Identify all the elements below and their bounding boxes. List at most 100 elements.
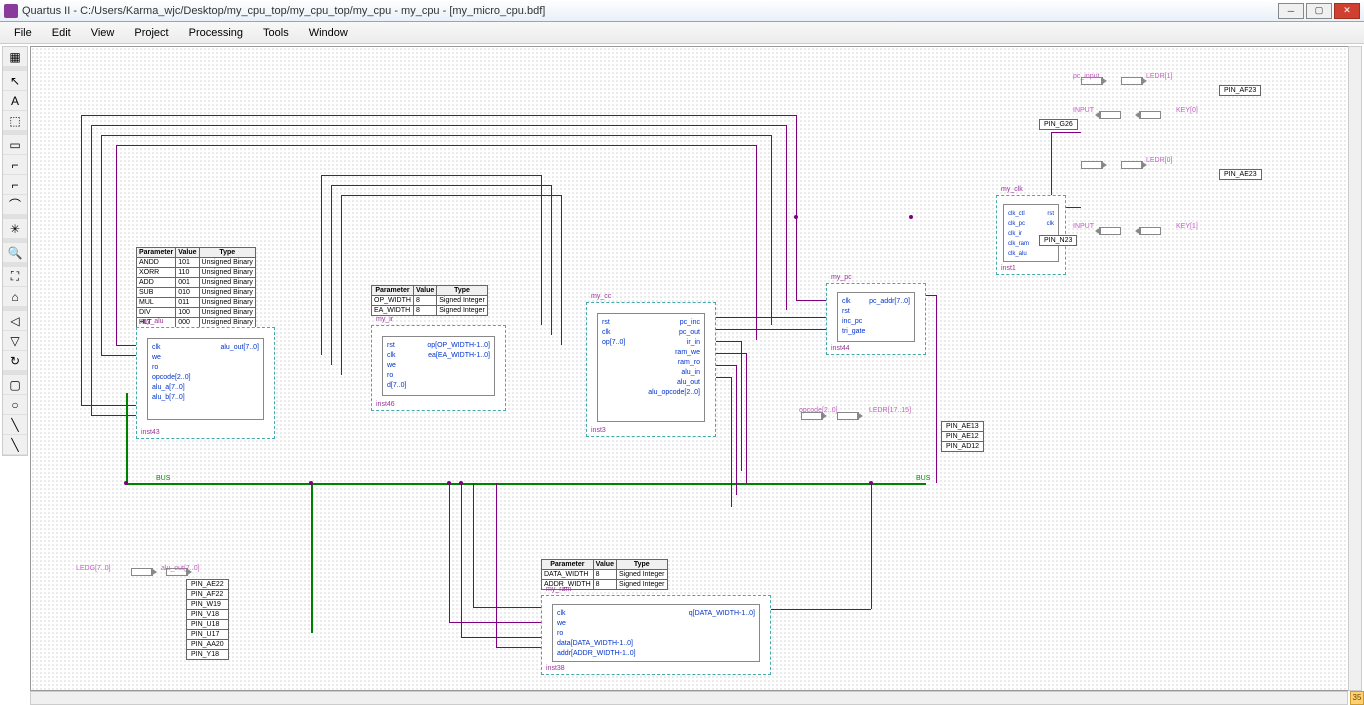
ledr-label: LEDR[17..15] xyxy=(869,407,911,414)
node xyxy=(459,481,463,485)
node xyxy=(124,481,128,485)
side-toolbar: ▦ ↖ A ⬚ ▭ ⌐ ⌐ ⌒ ✳ 🔍 ⛶ ⌂ ◁ ▽ ↻ ▢ ○ ╲ ╲ xyxy=(2,46,28,456)
wire xyxy=(496,483,497,647)
wire xyxy=(716,377,731,378)
horizontal-scrollbar[interactable] xyxy=(30,691,1348,705)
menu-project[interactable]: Project xyxy=(124,27,178,39)
bus-wire xyxy=(126,393,128,483)
diag-line-tool[interactable]: ⌐ xyxy=(3,175,27,195)
wire xyxy=(551,185,552,335)
wire xyxy=(461,483,462,638)
ledr0-label: LEDR[0] xyxy=(1146,157,1172,164)
menu-window[interactable]: Window xyxy=(299,27,358,39)
wire xyxy=(561,195,562,345)
corner-indicator: 35 xyxy=(1350,691,1364,705)
wire xyxy=(1066,207,1081,208)
text-tool[interactable]: A xyxy=(3,91,27,111)
pointer-tool[interactable]: ↖ xyxy=(3,71,27,91)
menu-tools[interactable]: Tools xyxy=(253,27,299,39)
zoom-target-icon[interactable]: ✳ xyxy=(3,219,27,239)
fit-tool[interactable]: ⛶ xyxy=(3,267,27,287)
home-tool[interactable]: ⌂ xyxy=(3,287,27,307)
line-tool[interactable]: ╲ xyxy=(3,415,27,435)
circle-tool[interactable]: ○ xyxy=(3,395,27,415)
arc-tool[interactable]: ⌒ xyxy=(3,195,27,215)
grid: ParameterValueType ANDD101Unsigned Binar… xyxy=(31,47,1361,690)
menu-processing[interactable]: Processing xyxy=(179,27,253,39)
wire xyxy=(731,377,732,507)
ram-block[interactable]: my_ram clk we ro data[DATA_WIDTH-1..0] a… xyxy=(541,595,771,675)
node xyxy=(909,215,913,219)
wire xyxy=(716,353,746,354)
aluout-label: alu_out[7..0] xyxy=(161,565,200,572)
wire xyxy=(473,607,541,608)
tool-icon-button[interactable]: ▦ xyxy=(3,47,27,67)
wire xyxy=(716,365,736,366)
node xyxy=(309,481,313,485)
close-button[interactable]: ✕ xyxy=(1334,3,1360,19)
alu-block[interactable]: my_alu clk we ro opcode[2..0] alu_a[7..0… xyxy=(136,327,275,439)
symbol-tool[interactable]: ⬚ xyxy=(3,111,27,131)
wire xyxy=(81,115,796,116)
app-icon xyxy=(4,4,18,18)
wire xyxy=(449,483,450,623)
schematic-canvas[interactable]: ParameterValueType ANDD101Unsigned Binar… xyxy=(31,47,1361,690)
minimize-button[interactable]: ─ xyxy=(1278,3,1304,19)
flip-v-tool[interactable]: ▽ xyxy=(3,331,27,351)
vertical-scrollbar[interactable] xyxy=(1348,46,1362,691)
wire xyxy=(473,483,474,607)
input-pin-icon xyxy=(1121,227,1161,235)
wire xyxy=(116,145,756,146)
rotate-tool[interactable]: ↻ xyxy=(3,351,27,371)
wire xyxy=(331,185,551,186)
output-pin-icon xyxy=(1081,161,1121,169)
wire xyxy=(81,115,82,405)
wire xyxy=(771,135,772,325)
wire xyxy=(91,125,92,415)
menu-edit[interactable]: Edit xyxy=(42,27,81,39)
wire xyxy=(116,145,117,345)
menu-view[interactable]: View xyxy=(81,27,125,39)
wire xyxy=(1051,132,1052,195)
flip-h-tool[interactable]: ◁ xyxy=(3,311,27,331)
opcode-label: opcode[2..0] xyxy=(799,407,838,414)
zoom-tool[interactable]: 🔍 xyxy=(3,243,27,263)
input-pin-icon xyxy=(1121,111,1161,119)
box-tool[interactable]: ▢ xyxy=(3,375,27,395)
wire xyxy=(101,135,102,355)
titlebar: Quartus II - C:/Users/Karma_wjc/Desktop/… xyxy=(0,0,1364,22)
wire xyxy=(341,195,342,375)
node xyxy=(869,481,873,485)
wire xyxy=(746,353,747,483)
wire xyxy=(716,341,741,342)
cc-block[interactable]: my_cc rst clk op[7..0] pc_inc pc_out ir_… xyxy=(586,302,716,437)
alu-param-table: ParameterValueType ANDD101Unsigned Binar… xyxy=(136,247,256,328)
pin-n23: PIN_N23 xyxy=(1039,235,1077,246)
dline-tool[interactable]: ╲ xyxy=(3,435,27,455)
menu-file[interactable]: File xyxy=(4,27,42,39)
rect-tool[interactable]: ▭ xyxy=(3,135,27,155)
wire xyxy=(716,329,826,330)
wire xyxy=(91,125,786,126)
node xyxy=(447,481,451,485)
bus-label: BUS xyxy=(156,475,170,482)
wire xyxy=(449,622,541,623)
wire xyxy=(786,125,787,310)
maximize-button[interactable]: ▢ xyxy=(1306,3,1332,19)
wire xyxy=(796,300,826,301)
bus-wire xyxy=(126,483,926,485)
ir-block[interactable]: my_ir rst clk we ro d[7..0] op[OP_WIDTH-… xyxy=(371,325,506,411)
menubar: File Edit View Project Processing Tools … xyxy=(0,22,1364,44)
wire xyxy=(496,647,541,648)
key1-label: KEY[1] xyxy=(1176,223,1198,230)
pin-g26: PIN_G26 xyxy=(1039,119,1078,130)
wire xyxy=(926,295,936,296)
canvas-area: ParameterValueType ANDD101Unsigned Binar… xyxy=(30,46,1362,691)
orth-line-tool[interactable]: ⌐ xyxy=(3,155,27,175)
bus-label: BUS xyxy=(916,475,930,482)
input-label: INPUT xyxy=(1073,107,1094,114)
wire xyxy=(101,355,136,356)
wire xyxy=(796,115,797,300)
pc-block[interactable]: my_pc clk rst inc_pc tri_gate pc_addr[7.… xyxy=(826,283,926,355)
wire xyxy=(756,145,757,340)
